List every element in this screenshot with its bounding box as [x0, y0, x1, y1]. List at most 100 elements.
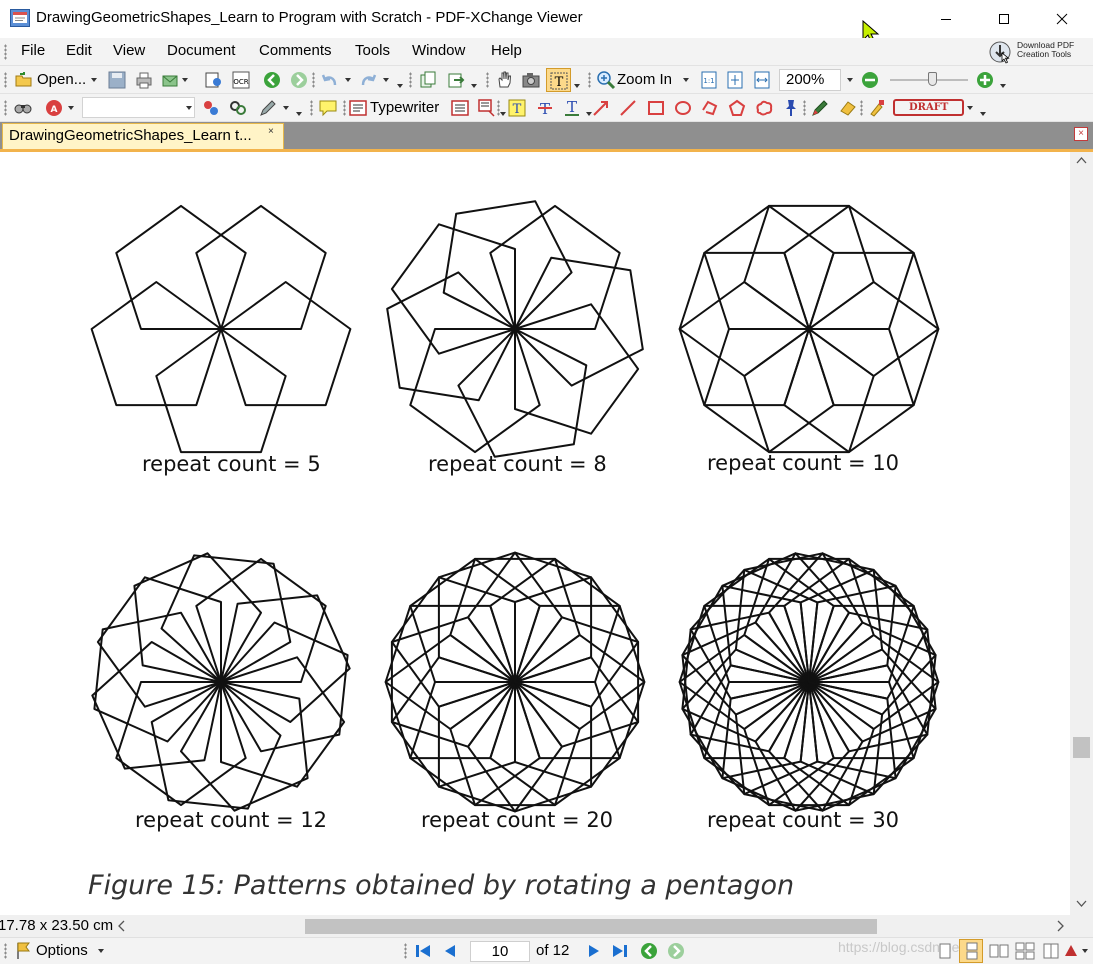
- zoom-level-dropdown-arrow[interactable]: [847, 78, 853, 82]
- draft-stamp-button[interactable]: DRAFT: [893, 99, 965, 116]
- cloud-tool-icon[interactable]: [754, 98, 774, 118]
- toolbar-grip[interactable]: [803, 100, 806, 116]
- toolbar-grip[interactable]: [860, 100, 863, 116]
- text-box-icon[interactable]: [450, 98, 470, 118]
- undo-dropdown-arrow[interactable]: [345, 78, 351, 82]
- menu-view[interactable]: View: [113, 42, 145, 59]
- fit-page-icon[interactable]: [725, 70, 745, 90]
- toolbar-overflow-arrow[interactable]: [500, 112, 506, 116]
- arrow-tool-icon[interactable]: [591, 98, 611, 118]
- scroll-up-icon[interactable]: [1076, 156, 1087, 164]
- underline-text-icon[interactable]: T: [562, 98, 582, 118]
- toolbar-grip[interactable]: [409, 72, 412, 88]
- toolbar-overflow-arrow[interactable]: [397, 84, 403, 88]
- menu-window[interactable]: Window: [412, 42, 465, 59]
- close-all-tabs-icon[interactable]: ×: [1074, 127, 1088, 141]
- statusbar-grip[interactable]: [4, 943, 7, 959]
- redo-icon[interactable]: [358, 70, 378, 90]
- zoom-in-dropdown-arrow[interactable]: [683, 78, 689, 82]
- forward-icon[interactable]: [289, 70, 309, 90]
- pen-tool-dropdown-arrow[interactable]: [283, 106, 289, 110]
- layout-dropdown-arrow[interactable]: [1082, 949, 1088, 953]
- continuous-facing-layout-icon[interactable]: [1015, 942, 1035, 960]
- continuous-layout-button[interactable]: [959, 939, 983, 963]
- toolbar-overflow-arrow[interactable]: [296, 112, 302, 116]
- callout-icon[interactable]: [477, 98, 497, 118]
- document-page-area[interactable]: repeat count = 5 repeat count = 8 repeat…: [0, 152, 1070, 915]
- zoom-level-field[interactable]: 200%: [779, 69, 841, 91]
- zoom-slider-thumb[interactable]: [928, 72, 937, 86]
- save-icon[interactable]: [107, 70, 127, 90]
- toolbar-grip[interactable]: [588, 72, 591, 88]
- print-icon[interactable]: [134, 70, 154, 90]
- hand-tool-icon[interactable]: [494, 70, 514, 90]
- toolbar-grip[interactable]: [343, 100, 346, 116]
- facing-layout-icon[interactable]: [989, 942, 1009, 960]
- spell-check-icon[interactable]: A: [44, 98, 64, 118]
- options-button[interactable]: Options: [36, 942, 88, 959]
- menu-help[interactable]: Help: [491, 42, 522, 59]
- pen-tool-icon[interactable]: [258, 98, 278, 118]
- maximize-button[interactable]: [975, 0, 1033, 38]
- fit-width-icon[interactable]: [752, 70, 772, 90]
- polygon-tool-icon[interactable]: [727, 98, 747, 118]
- typewriter-button[interactable]: Typewriter: [370, 99, 439, 116]
- stamp-dropdown-arrow[interactable]: [967, 106, 973, 110]
- first-page-icon[interactable]: [414, 942, 432, 960]
- horizontal-scrollbar[interactable]: 17.78 x 23.50 cm: [0, 915, 1093, 937]
- toolbar-overflow-arrow[interactable]: [574, 84, 580, 88]
- menu-comments[interactable]: Comments: [259, 42, 332, 59]
- tab-close-icon[interactable]: ×: [268, 126, 274, 137]
- stamp-icon[interactable]: [867, 98, 887, 118]
- toolbar-overflow-arrow[interactable]: [1000, 84, 1006, 88]
- email-dropdown-arrow[interactable]: [182, 78, 188, 82]
- toolbar-overflow-arrow[interactable]: [980, 112, 986, 116]
- scroll-left-icon[interactable]: [117, 920, 125, 932]
- previous-view-icon[interactable]: [639, 941, 659, 961]
- line-tool-icon[interactable]: [618, 98, 638, 118]
- zoom-in-button[interactable]: Zoom In: [617, 71, 672, 88]
- menu-edit[interactable]: Edit: [66, 42, 92, 59]
- back-icon[interactable]: [262, 70, 282, 90]
- vertical-scroll-thumb[interactable]: [1073, 737, 1090, 758]
- close-button[interactable]: [1033, 0, 1091, 38]
- snapshot-icon[interactable]: [521, 70, 541, 90]
- find-binoculars-icon[interactable]: [13, 98, 33, 118]
- toolbar-grip[interactable]: [310, 100, 313, 116]
- strikeout-text-icon[interactable]: T: [535, 98, 555, 118]
- export-icon[interactable]: [446, 70, 466, 90]
- single-page-layout-icon[interactable]: [936, 942, 954, 960]
- toolbar-grip[interactable]: [4, 100, 7, 116]
- font-name-field[interactable]: [82, 97, 195, 118]
- options-dropdown-arrow[interactable]: [98, 949, 104, 953]
- menu-file[interactable]: File: [21, 42, 45, 59]
- current-page-input[interactable]: 10: [470, 941, 530, 962]
- oval-tool-icon[interactable]: [673, 98, 693, 118]
- toolbar-grip[interactable]: [312, 72, 315, 88]
- select-text-tool-button[interactable]: T: [546, 68, 571, 92]
- font-name-dropdown-arrow[interactable]: [186, 106, 192, 110]
- pencil-tool-icon[interactable]: [810, 98, 830, 118]
- redo-dropdown-arrow[interactable]: [383, 78, 389, 82]
- undo-icon[interactable]: [320, 70, 340, 90]
- email-icon[interactable]: [161, 70, 181, 90]
- document-tab[interactable]: DrawingGeometricShapes_Learn t... ×: [2, 123, 284, 149]
- open-button[interactable]: Open...: [37, 71, 86, 88]
- ocr-icon[interactable]: OCR: [231, 70, 251, 90]
- next-view-icon[interactable]: [666, 941, 686, 961]
- menu-grip[interactable]: [4, 44, 7, 60]
- open-dropdown-arrow[interactable]: [91, 78, 97, 82]
- sticky-note-icon[interactable]: [318, 98, 338, 118]
- zoom-plus-icon[interactable]: [975, 70, 995, 90]
- eraser-icon[interactable]: [838, 98, 858, 118]
- toolbar-grip[interactable]: [4, 72, 7, 88]
- menu-document[interactable]: Document: [167, 42, 235, 59]
- menu-tools[interactable]: Tools: [355, 42, 390, 59]
- polyline-tool-icon[interactable]: [700, 98, 720, 118]
- stamp-tool-icon[interactable]: [201, 98, 221, 118]
- zoom-out-icon[interactable]: [860, 70, 880, 90]
- horizontal-scroll-thumb[interactable]: [305, 919, 877, 934]
- highlight-text-icon[interactable]: T: [507, 98, 527, 118]
- toolbar-overflow-arrow[interactable]: [471, 84, 477, 88]
- toolbar-grip[interactable]: [497, 100, 500, 116]
